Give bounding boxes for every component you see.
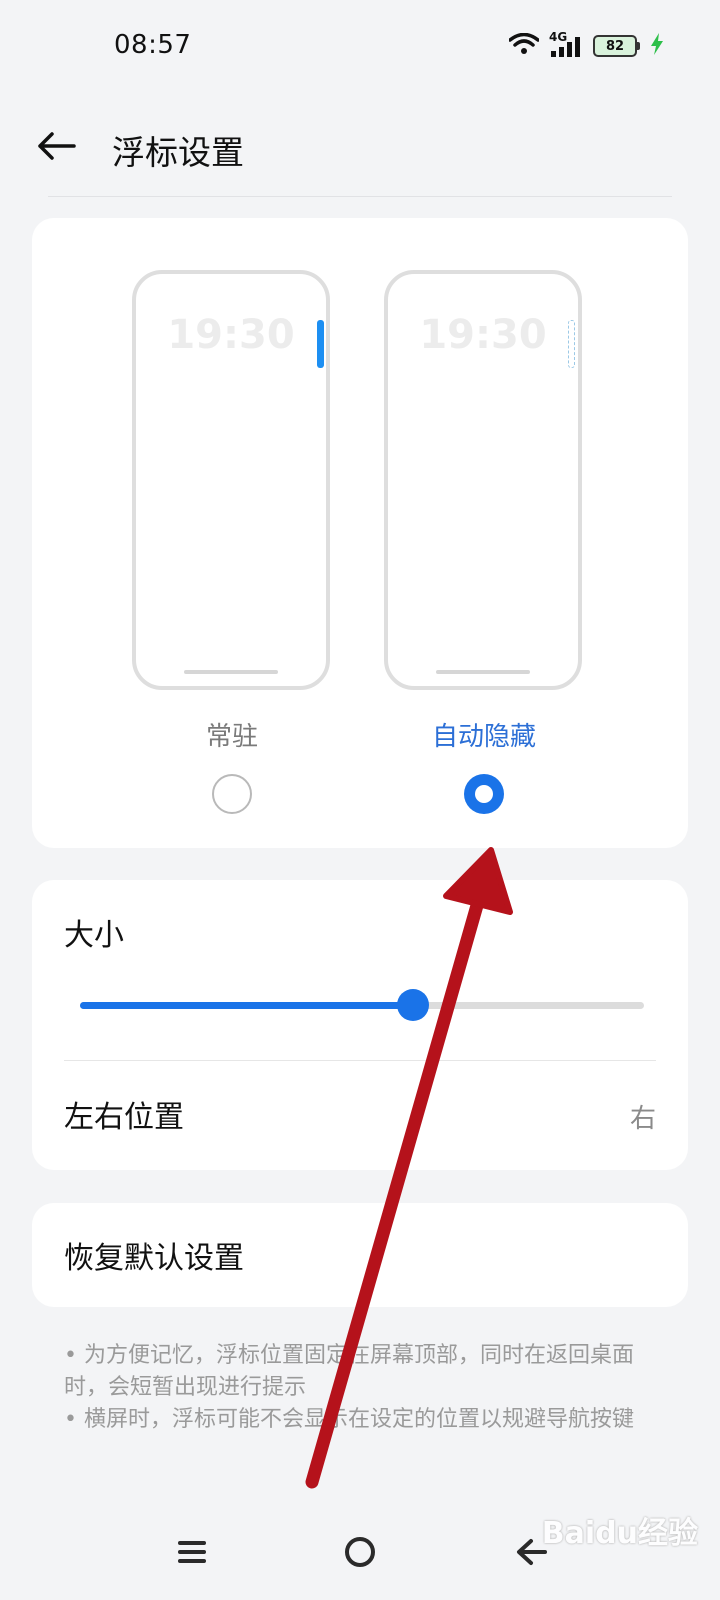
note-item: • 为方便记忆，浮标位置固定在屏幕顶部，同时在返回桌面时，会短暂出现进行提示 — [64, 1343, 634, 1400]
header-divider — [48, 196, 672, 197]
radio-always-on[interactable] — [212, 774, 252, 814]
cellular-signal-icon: 4G — [549, 30, 583, 59]
size-label: 大小 — [64, 918, 124, 953]
wifi-icon — [508, 32, 540, 59]
option-label-always-on: 常驻 — [205, 722, 258, 752]
menu-icon — [177, 1539, 207, 1569]
back-arrow-icon — [36, 131, 76, 165]
phone-home-bar — [436, 670, 530, 674]
network-type-label: 4G — [549, 30, 568, 44]
page-title: 浮标设置 — [112, 133, 244, 172]
home-icon — [343, 1535, 377, 1573]
home-button[interactable] — [332, 1526, 388, 1582]
phone-home-bar — [184, 670, 278, 674]
phone-preview-auto-hide[interactable]: 19:30 — [384, 270, 582, 690]
battery-cap — [637, 42, 640, 50]
preview-clock: 19:30 — [167, 312, 295, 358]
option-label-auto-hide: 自动隐藏 — [431, 722, 536, 752]
phone-preview-always-on[interactable]: 19:30 — [132, 270, 330, 690]
size-slider[interactable] — [80, 989, 644, 1021]
status-icons: 4G 82 — [508, 30, 664, 62]
position-label: 左右位置 — [64, 1100, 184, 1135]
battery-level: 82 — [593, 35, 637, 57]
slider-fill — [80, 1002, 413, 1009]
battery-icon: 82 — [593, 35, 640, 57]
status-time: 08:57 — [114, 30, 192, 60]
reset-label: 恢复默认设置 — [64, 1241, 244, 1276]
reset-defaults-button[interactable]: 恢复默认设置 — [32, 1203, 688, 1307]
card-divider — [64, 1060, 656, 1061]
radio-auto-hide[interactable] — [464, 774, 504, 814]
float-handle-visible — [317, 320, 324, 368]
header: 浮标设置 — [0, 100, 720, 196]
position-value: 右 — [629, 1104, 656, 1134]
charging-icon — [650, 33, 664, 59]
preview-clock: 19:30 — [419, 312, 547, 358]
menu-button[interactable] — [164, 1526, 220, 1582]
position-row[interactable]: 左右位置 右 — [32, 1062, 688, 1168]
size-position-card: 大小 左右位置 右 — [32, 880, 688, 1170]
notes: • 为方便记忆，浮标位置固定在屏幕顶部，同时在返回桌面时，会短暂出现进行提示 •… — [64, 1340, 664, 1436]
watermark: Baidu经验 — [541, 1516, 698, 1551]
float-handle-hidden — [568, 320, 575, 368]
note-item: • 横屏时，浮标可能不会显示在设定的位置以规避导航按键 — [64, 1407, 634, 1432]
back-button[interactable] — [30, 122, 82, 174]
slider-thumb[interactable] — [396, 989, 429, 1021]
status-bar: 08:57 4G 82 — [0, 0, 720, 92]
float-mode-card: 19:30 19:30 常驻 自动隐藏 — [32, 218, 688, 848]
